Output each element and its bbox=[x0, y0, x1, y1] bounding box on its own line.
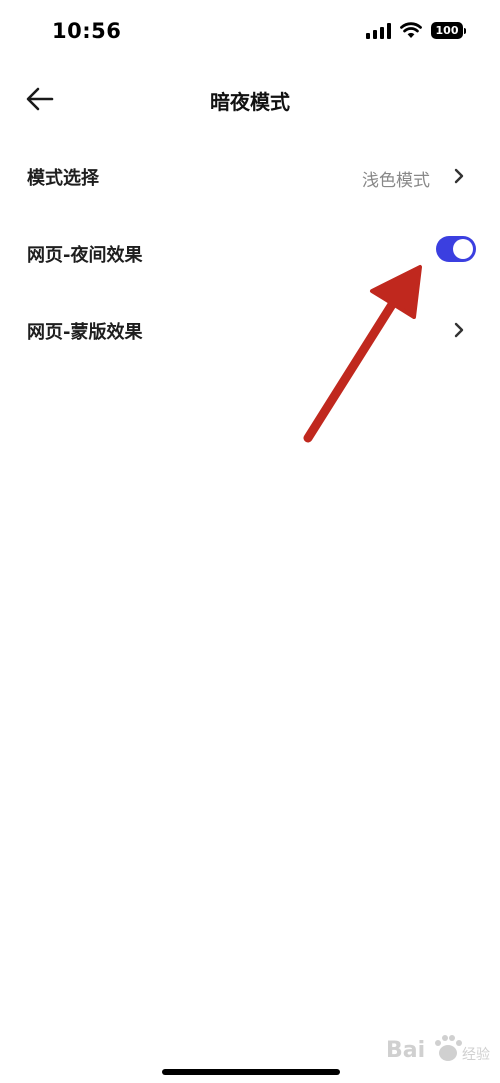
nav-bar: 暗夜模式 bbox=[0, 66, 500, 132]
mode-select-row[interactable]: 模式选择 浅色模式 bbox=[0, 138, 500, 215]
status-time: 10:56 bbox=[52, 19, 122, 43]
svg-text:经验: 经验 bbox=[462, 1047, 490, 1063]
settings-list: 模式选择 浅色模式 网页-夜间效果 网页-蒙版效果 bbox=[0, 138, 500, 369]
page-title: 暗夜模式 bbox=[210, 90, 290, 114]
svg-text:Bai: Bai bbox=[386, 1038, 425, 1063]
cellular-signal-icon bbox=[366, 22, 391, 39]
mask-effect-row[interactable]: 网页-蒙版效果 bbox=[0, 292, 500, 369]
battery-icon: 100 bbox=[431, 22, 466, 39]
toggle-knob bbox=[453, 239, 473, 259]
wifi-icon bbox=[400, 22, 422, 38]
chevron-right-icon bbox=[454, 168, 464, 184]
home-indicator bbox=[162, 1069, 340, 1075]
status-bar: 10:56 100 bbox=[0, 0, 500, 66]
night-effect-row: 网页-夜间效果 bbox=[0, 215, 500, 292]
status-icons: 100 bbox=[366, 22, 466, 39]
mode-select-label: 模式选择 bbox=[27, 168, 99, 189]
chevron-right-icon bbox=[454, 322, 464, 338]
mask-effect-label: 网页-蒙版效果 bbox=[27, 322, 143, 343]
baidu-watermark-logo: Bai 经验 bbox=[386, 1035, 490, 1063]
battery-level: 100 bbox=[431, 22, 463, 39]
mode-select-value: 浅色模式 bbox=[362, 171, 430, 191]
night-effect-toggle[interactable] bbox=[436, 236, 476, 262]
night-effect-label: 网页-夜间效果 bbox=[27, 245, 143, 266]
